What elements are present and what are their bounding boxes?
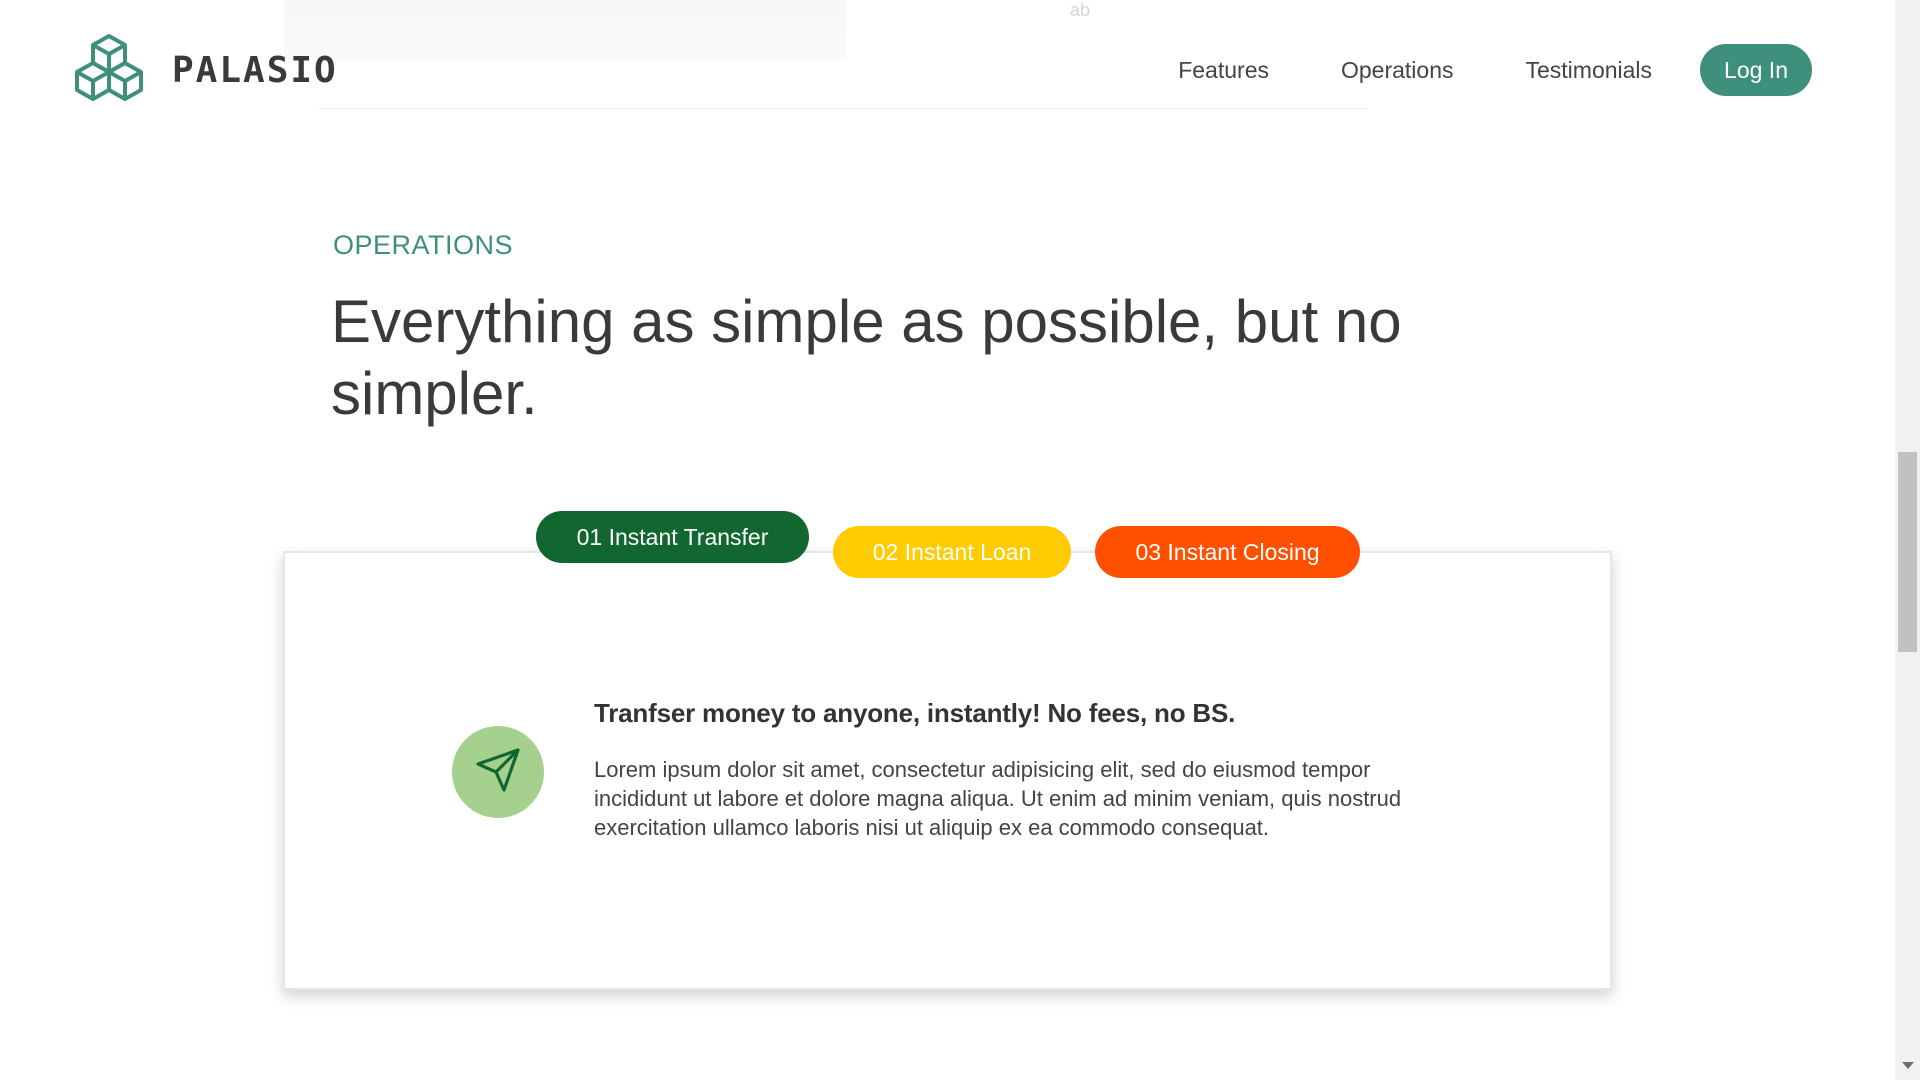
operation-heading: Tranfser money to anyone, instantly! No …: [594, 698, 1236, 728]
nav-link-features[interactable]: Features: [1178, 57, 1269, 84]
tab-instant-loan[interactable]: 02 Instant Loan: [833, 526, 1071, 578]
scrollbar-thumb[interactable]: [1898, 452, 1917, 652]
login-button[interactable]: Log In: [1700, 44, 1812, 96]
nav-link-testimonials[interactable]: Testimonials: [1526, 57, 1653, 84]
tab-instant-closing[interactable]: 03 Instant Closing: [1095, 526, 1360, 578]
scroll-down-arrow-icon[interactable]: [1902, 1062, 1914, 1069]
cubes-icon: [70, 32, 148, 108]
section-label: OPERATIONS: [333, 230, 514, 260]
previous-section-image: [284, 0, 846, 60]
previous-section-text: ab: [1070, 0, 1091, 20]
operation-icon-circle: [452, 726, 544, 818]
header-divider: [318, 108, 1368, 109]
paper-plane-icon: [474, 746, 522, 799]
operation-description: Lorem ipsum dolor sit amet, consectetur …: [594, 757, 1402, 840]
nav-link-operations[interactable]: Operations: [1341, 57, 1454, 84]
page-scrollbar[interactable]: [1895, 0, 1920, 1080]
logo[interactable]: PALASIO: [70, 32, 338, 108]
brand-name: PALASIO: [172, 49, 338, 91]
tab-instant-transfer[interactable]: 01 Instant Transfer: [536, 511, 809, 563]
main-nav: Features Operations Testimonials Log In: [1178, 44, 1812, 96]
section-title: Everything as simple as possible, but no…: [331, 288, 1402, 427]
